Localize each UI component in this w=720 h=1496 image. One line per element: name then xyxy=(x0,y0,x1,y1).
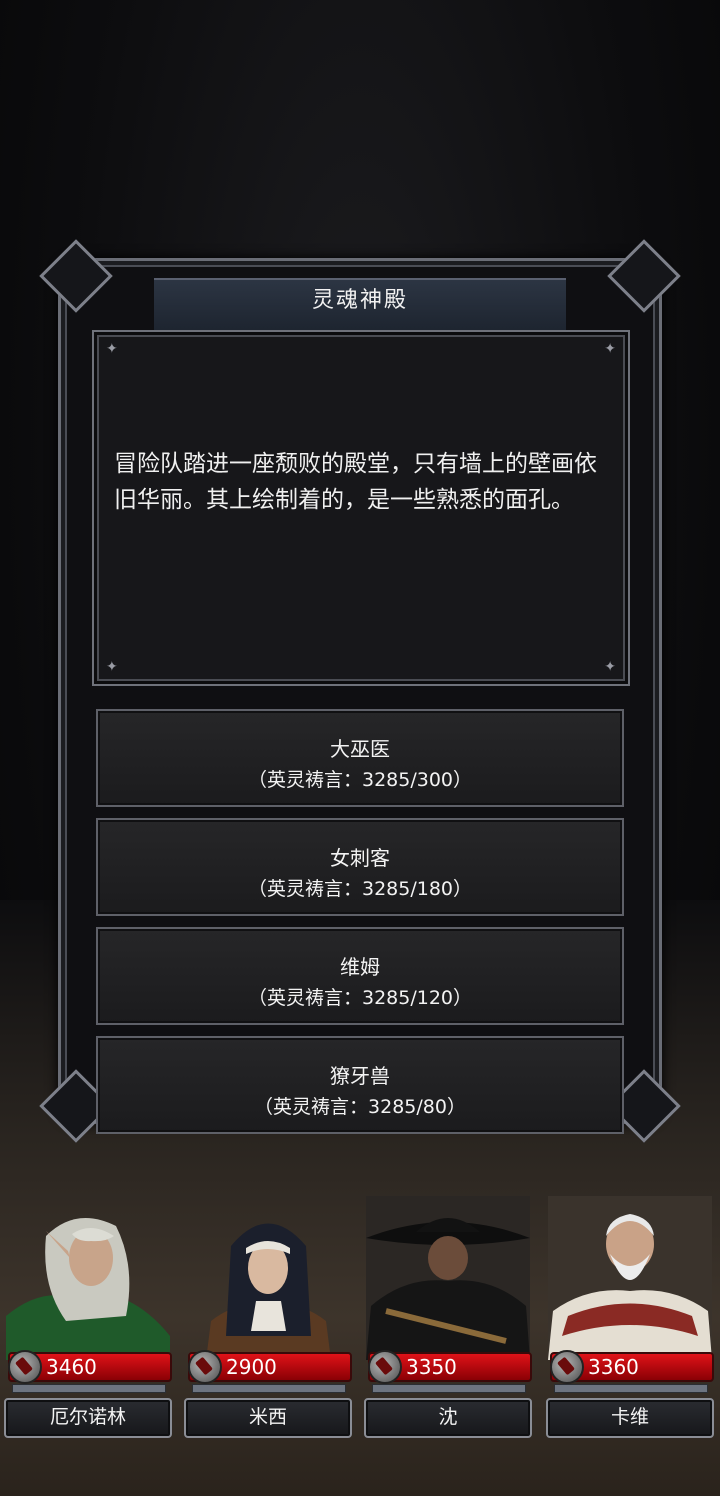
option-name: 獠牙兽 xyxy=(330,1064,390,1088)
sparkle-icon: ✦ xyxy=(604,341,616,357)
party-bar: 3460 厄尔诺林 2900 米西 3350 沈 3360 卡维 xyxy=(0,1190,720,1496)
hero-card[interactable]: 3360 卡维 xyxy=(542,1190,714,1438)
mp-bar xyxy=(192,1384,346,1393)
option-name: 大巫医 xyxy=(330,737,390,761)
option-button[interactable]: 獠牙兽 （英灵祷言：3285/80） xyxy=(96,1036,624,1134)
blood-vial-icon xyxy=(550,1350,584,1384)
sparkle-icon: ✦ xyxy=(106,659,118,675)
hero-card[interactable]: 2900 米西 xyxy=(180,1190,352,1438)
sparkle-icon: ✦ xyxy=(604,659,616,675)
option-name: 维姆 xyxy=(340,955,380,979)
option-button[interactable]: 女刺客 （英灵祷言：3285/180） xyxy=(96,818,624,916)
hp-value: 3460 xyxy=(46,1355,97,1379)
hp-value: 2900 xyxy=(226,1355,277,1379)
event-title: 灵魂神殿 xyxy=(311,288,408,313)
hero-name-plate[interactable]: 厄尔诺林 xyxy=(4,1398,172,1438)
blood-vial-icon xyxy=(188,1350,222,1384)
hero-card[interactable]: 3460 厄尔诺林 xyxy=(0,1190,172,1438)
blood-vial-icon xyxy=(368,1350,402,1384)
hero-name-plate[interactable]: 沈 xyxy=(364,1398,532,1438)
options-list: 大巫医 （英灵祷言：3285/300） 女刺客 （英灵祷言：3285/180） … xyxy=(96,709,624,1145)
hero-portrait xyxy=(548,1196,712,1360)
option-cost: （英灵祷言：3285/300） xyxy=(247,769,473,791)
hp-bar: 3360 xyxy=(550,1350,714,1384)
hp-bar: 3460 xyxy=(8,1350,172,1384)
hp-value: 3350 xyxy=(406,1355,457,1379)
hp-bar: 2900 xyxy=(188,1350,352,1384)
option-cost: （英灵祷言：3285/120） xyxy=(247,987,473,1009)
option-button[interactable]: 大巫医 （英灵祷言：3285/300） xyxy=(96,709,624,807)
mp-bar xyxy=(554,1384,708,1393)
event-dialog: 灵魂神殿 ✦ ✦ ✦ ✦ 冒险队踏进一座颓败的殿堂，只有墙上的壁画依旧华丽。其上… xyxy=(39,239,681,1143)
hero-portrait xyxy=(186,1196,350,1360)
hp-bar: 3350 xyxy=(368,1350,532,1384)
hero-portrait xyxy=(6,1196,170,1360)
hero-card[interactable]: 3350 沈 xyxy=(360,1190,532,1438)
sparkle-icon: ✦ xyxy=(106,341,118,357)
blood-vial-icon xyxy=(8,1350,42,1384)
story-panel: ✦ ✦ ✦ ✦ 冒险队踏进一座颓败的殿堂，只有墙上的壁画依旧华丽。其上绘制着的，… xyxy=(92,330,630,686)
story-text: 冒险队踏进一座颓败的殿堂，只有墙上的壁画依旧华丽。其上绘制着的，是一些熟悉的面孔… xyxy=(114,451,597,513)
option-button[interactable]: 维姆 （英灵祷言：3285/120） xyxy=(96,927,624,1025)
hero-name-plate[interactable]: 卡维 xyxy=(546,1398,714,1438)
option-cost: （英灵祷言：3285/80） xyxy=(254,1096,466,1118)
mp-bar xyxy=(372,1384,526,1393)
mp-bar xyxy=(12,1384,166,1393)
hero-portrait xyxy=(366,1196,530,1360)
option-cost: （英灵祷言：3285/180） xyxy=(247,878,473,900)
hero-name-plate[interactable]: 米西 xyxy=(184,1398,352,1438)
option-name: 女刺客 xyxy=(330,846,390,870)
hp-value: 3360 xyxy=(588,1355,639,1379)
